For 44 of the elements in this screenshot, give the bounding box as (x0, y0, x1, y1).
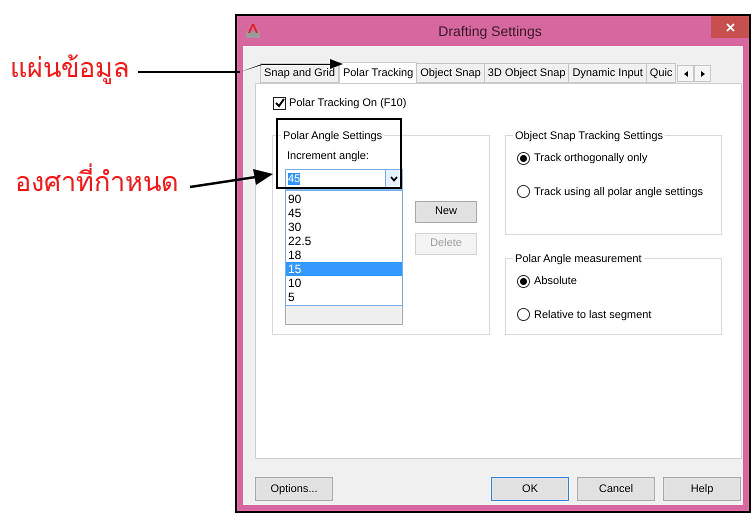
checkbox-label: Polar Tracking On (F10) (289, 96, 406, 111)
group-title: Object Snap Tracking Settings (514, 128, 664, 144)
radio-button[interactable] (517, 308, 530, 322)
right-arrow-icon (700, 70, 706, 78)
scroll-left-button[interactable] (677, 65, 694, 82)
field-label: Increment angle: (286, 149, 370, 164)
left-arrow-icon (682, 70, 689, 78)
caret-icon (390, 176, 398, 182)
dropdown-option[interactable]: 30 (286, 220, 402, 234)
tab[interactable]: Dynamic Input (568, 63, 647, 83)
group-title: Polar Angle Settings (282, 128, 384, 144)
radio-label: Absolute (534, 274, 577, 289)
radio-button[interactable] (517, 152, 530, 165)
radio-label: Track orthogonally only (534, 151, 648, 166)
tab[interactable]: 3D Object Snap (484, 63, 570, 83)
dropdown-option[interactable]: 22.5 (286, 234, 402, 248)
scroll-right-button[interactable] (694, 65, 712, 82)
radio-label: Track using all polar angle settings (534, 184, 703, 200)
dropdown-option[interactable]: 90 (286, 192, 402, 206)
dialog-button[interactable]: OK (491, 477, 569, 501)
checkbox[interactable] (273, 96, 286, 110)
tab[interactable]: Snap and Grid (260, 63, 339, 83)
dialog-button[interactable]: Options... (255, 477, 333, 501)
selected-value: 45 (288, 172, 300, 185)
app-logo-icon (245, 23, 261, 39)
radio-label: Relative to last segment (534, 308, 652, 322)
dropdown-option[interactable]: 18 (286, 248, 402, 262)
tab[interactable]: Polar Tracking (338, 62, 418, 84)
dropdown-option[interactable]: 10 (286, 276, 402, 290)
dialog-button[interactable]: Cancel (577, 477, 655, 501)
close-icon (726, 22, 734, 32)
tab[interactable]: Quic (646, 63, 676, 83)
group-title: Polar Angle measurement (514, 252, 643, 266)
window-title: Drafting Settings (438, 22, 542, 41)
radio-button[interactable] (517, 185, 530, 198)
dialog-button[interactable]: Help (663, 477, 741, 501)
tab[interactable]: Object Snap (416, 63, 485, 83)
annotation-label: แผ่นข้อมูล (10, 52, 130, 86)
dropdown-option[interactable]: 45 (286, 206, 402, 220)
dropdown-option[interactable]: 5 (286, 290, 402, 304)
dialog-button[interactable]: New (415, 200, 477, 222)
checkmark-icon (274, 98, 284, 108)
radio-button[interactable] (517, 274, 530, 288)
close-button[interactable] (711, 16, 749, 38)
